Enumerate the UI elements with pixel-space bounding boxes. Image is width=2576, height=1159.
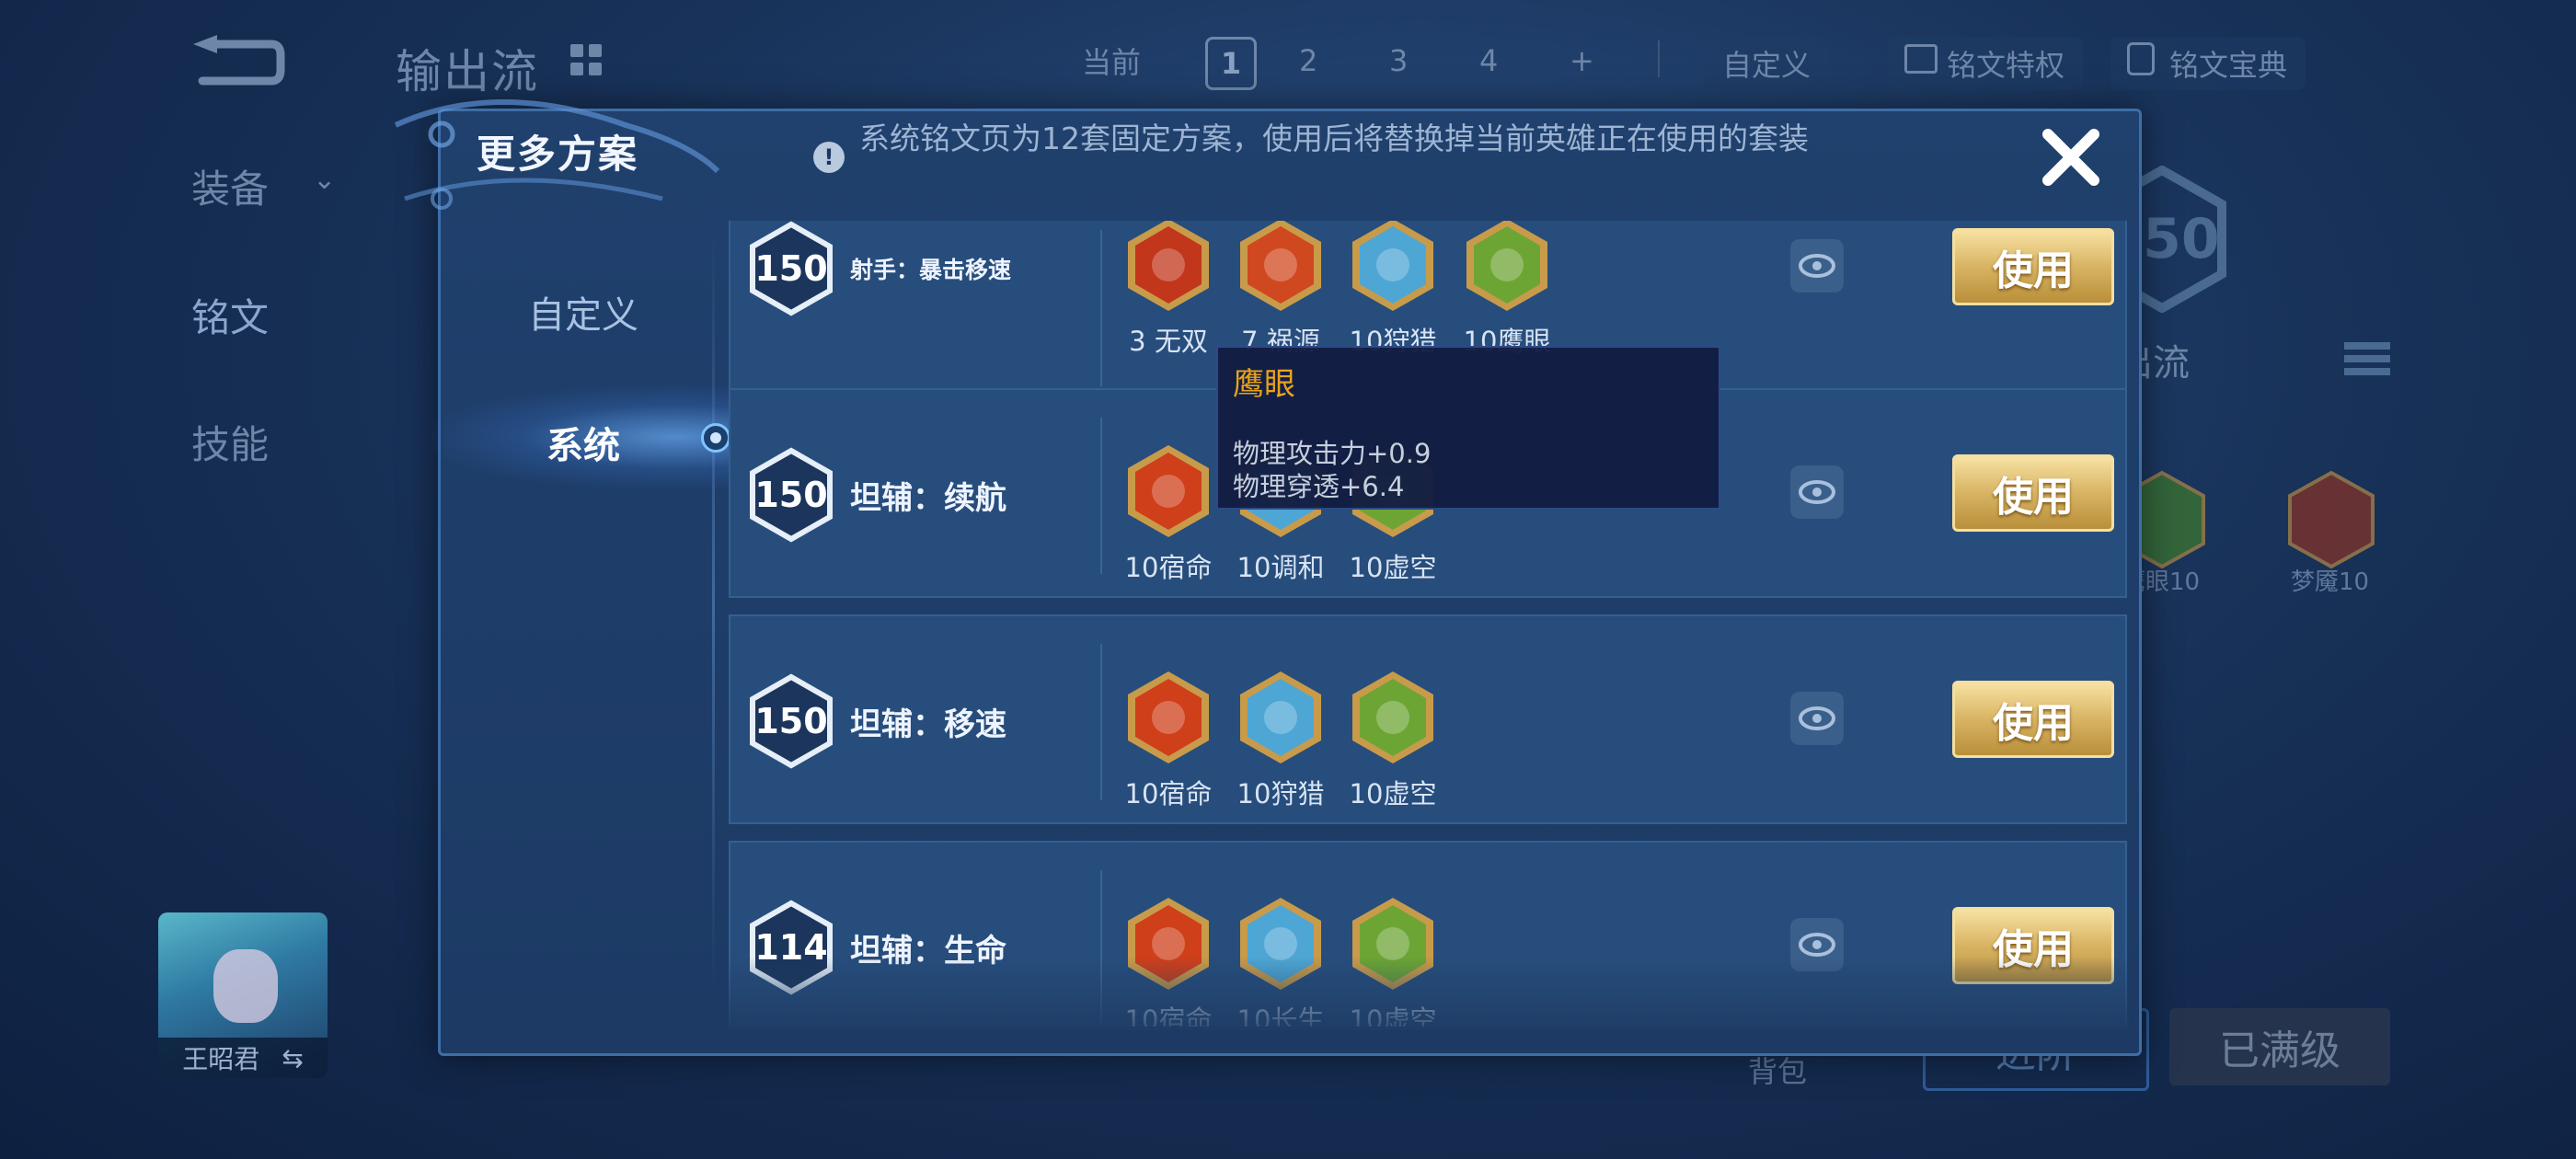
use-button[interactable]: 使用 xyxy=(1952,228,2114,305)
use-button[interactable]: 使用 xyxy=(1952,454,2114,532)
add-page-button[interactable]: + xyxy=(1570,37,1594,85)
rune-tooltip: 鹰眼 物理攻击力+0.9 物理穿透+6.4 xyxy=(1216,346,1720,510)
level-hex-icon xyxy=(750,673,833,769)
info-icon: ! xyxy=(813,142,845,173)
level-hex-icon xyxy=(750,221,833,316)
hero-portrait xyxy=(213,949,278,1023)
page-tab-2[interactable]: 2 xyxy=(1299,37,1317,85)
red-rune-icon[interactable] xyxy=(1236,221,1325,315)
page-tab-4[interactable]: 4 xyxy=(1479,37,1498,85)
preview-eye-icon[interactable] xyxy=(1790,692,1844,745)
page-tab-3[interactable]: 3 xyxy=(1389,37,1408,85)
maxed-button[interactable]: 已满级 xyxy=(2169,1008,2390,1085)
tab-divider-line xyxy=(712,230,715,984)
green-rune-icon[interactable] xyxy=(1349,668,1437,767)
chevron-down-icon[interactable]: ⌄ xyxy=(313,164,336,196)
scheme-name: 坦辅：续航 xyxy=(850,480,1006,517)
use-button[interactable]: 使用 xyxy=(1952,681,2114,758)
tab-system[interactable]: 系统 xyxy=(546,416,620,469)
rune-label: 10宿命 xyxy=(1124,778,1213,809)
collection-label: 铭文宝典 xyxy=(2169,48,2288,83)
background-rune-label: 梦魇10 xyxy=(2291,568,2370,596)
side-item-equipment[interactable]: 装备 xyxy=(191,158,269,214)
page-tab-current[interactable]: 当前 xyxy=(1082,37,1141,85)
collection-icon xyxy=(2127,42,2155,75)
tab-custom[interactable]: 自定义 xyxy=(528,285,638,339)
book-icon xyxy=(1904,44,1938,74)
rune-label: 10调和 xyxy=(1236,552,1325,583)
selected-tab-dot xyxy=(701,423,730,453)
custom-page-tab[interactable]: 自定义 xyxy=(1704,37,1830,90)
tooltip-title: 鹰眼 xyxy=(1233,366,1295,403)
blue-rune-icon[interactable] xyxy=(1349,221,1437,315)
red-rune-icon[interactable] xyxy=(1124,221,1213,315)
list-icon[interactable] xyxy=(2344,342,2390,379)
level-hex-icon xyxy=(750,447,833,543)
rune-label: 10狩猎 xyxy=(1236,778,1325,809)
scheme-row[interactable]: 150 坦辅：移速 10宿命 10狩猎 10虚空 使用 xyxy=(729,614,2127,824)
scheme-name: 射手：暴击移速 xyxy=(850,257,1012,283)
back-icon[interactable] xyxy=(184,35,285,90)
rune-label: 10宿命 xyxy=(1124,552,1213,583)
close-icon[interactable] xyxy=(2039,125,2103,189)
dialog-title: 更多方案 xyxy=(477,132,639,177)
background-rune-icon xyxy=(2288,470,2375,569)
hero-name: 王昭君 xyxy=(182,1044,260,1074)
privilege-label: 铭文特权 xyxy=(1947,48,2065,83)
scheme-name: 坦辅：移速 xyxy=(850,706,1006,743)
red-rune-icon[interactable] xyxy=(1124,442,1213,541)
hero-avatar[interactable]: 王昭君 ⇆ xyxy=(158,912,328,1078)
collection-button[interactable]: 铭文宝典 xyxy=(2110,37,2306,90)
page-tab-1[interactable]: 1 xyxy=(1205,37,1257,90)
rune-label: 10虚空 xyxy=(1349,778,1437,809)
scheme-list[interactable]: 150 射手：暴击移速 3 无双 7 祸源 10狩猎 10鹰眼 使用 150 坦辅：续航 10宿命… xyxy=(729,221,2129,1027)
rune-label: 3 无双 xyxy=(1129,326,1208,357)
tooltip-stat-line: 物理穿透+6.4 xyxy=(1233,471,1405,502)
list-fade-overlay xyxy=(729,957,2129,1030)
side-item-skills[interactable]: 技能 xyxy=(191,414,269,470)
blue-rune-icon[interactable] xyxy=(1236,668,1325,767)
preview-eye-icon[interactable] xyxy=(1790,239,1844,293)
rune-label: 10虚空 xyxy=(1349,552,1437,583)
side-item-runes[interactable]: 铭文 xyxy=(191,287,269,343)
row-separator xyxy=(1100,644,1102,800)
swap-icon[interactable]: ⇆ xyxy=(282,1043,303,1073)
privilege-button[interactable]: 铭文特权 xyxy=(1888,37,2084,90)
dialog-info-text: 系统铭文页为12套固定方案，使用后将替换掉当前英雄正在使用的套装 xyxy=(859,120,1809,156)
divider xyxy=(1658,40,1660,77)
grid-icon[interactable] xyxy=(570,44,604,77)
row-separator xyxy=(1100,418,1102,574)
red-rune-icon[interactable] xyxy=(1124,668,1213,767)
green-rune-icon[interactable] xyxy=(1463,221,1551,315)
preview-eye-icon[interactable] xyxy=(1790,465,1844,519)
row-separator xyxy=(1100,230,1102,386)
